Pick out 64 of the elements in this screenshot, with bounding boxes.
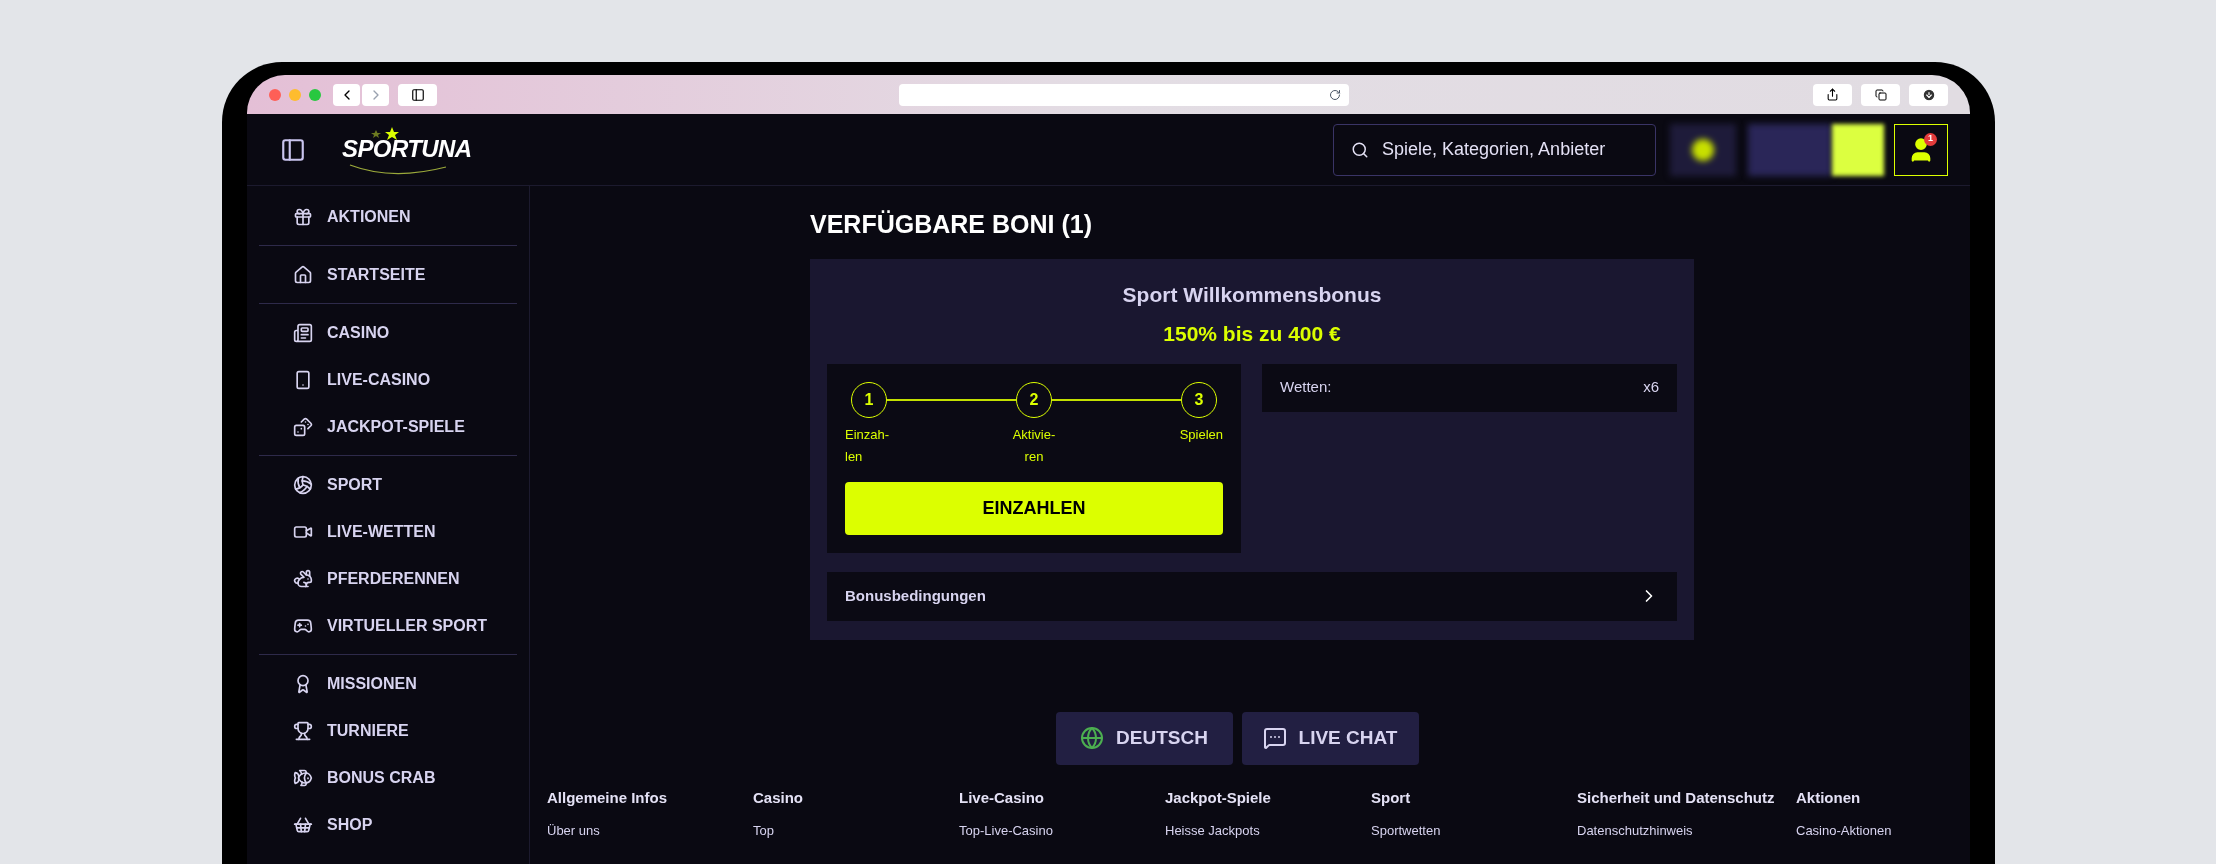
step-label: Einzah-len — [845, 425, 891, 466]
language-button[interactable]: DEUTSCH — [1055, 711, 1233, 765]
footer-link[interactable]: Datenschutzhinweis — [1577, 820, 1784, 840]
share-icon — [1826, 88, 1839, 101]
sidebar-item[interactable]: VIRTUELLER SPORT — [259, 602, 517, 649]
live-chat-button[interactable]: LIVE CHAT — [1241, 711, 1419, 765]
footer-heading: Sport — [1371, 787, 1412, 808]
sidebar-item[interactable]: MISSIONEN — [259, 660, 517, 707]
share-button[interactable] — [1813, 83, 1852, 106]
bonus-name: Sport Willkommensbonus — [1121, 281, 1383, 308]
deposit-button[interactable]: EINZAHLEN — [845, 481, 1223, 535]
step-label: Spielen — [1178, 425, 1223, 444]
profile-button[interactable]: 1 — [1894, 123, 1948, 176]
sidebar-item[interactable]: SHOP — [259, 801, 517, 848]
search-icon — [1351, 140, 1369, 159]
logo[interactable]: SPORTUNA — [342, 124, 472, 175]
footer-heading: Live-Casino — [959, 787, 1046, 808]
footer-link[interactable]: Top — [753, 820, 947, 840]
reload-icon[interactable] — [1329, 88, 1341, 101]
footer-heading: Jackpot-Spiele — [1165, 787, 1272, 808]
footer-link[interactable]: Über uns — [547, 820, 741, 840]
sidebar-item[interactable]: TURNIERE — [259, 707, 517, 754]
sidebar-item[interactable]: BONUS CRAB — [259, 754, 517, 801]
globe-icon — [1080, 726, 1105, 750]
notification-badge: 1 — [1924, 132, 1937, 146]
back-button[interactable] — [333, 83, 360, 106]
download-button[interactable] — [1909, 83, 1948, 106]
sidebar-item[interactable]: CASINO — [259, 309, 517, 356]
blurred-balance — [1670, 123, 1736, 176]
footer-heading: Casino — [753, 787, 804, 808]
bonus-offer: 150% bis zu 400 € — [1162, 321, 1342, 347]
tabs-button[interactable] — [1861, 83, 1900, 106]
basket-icon — [293, 814, 313, 835]
dice-icon — [293, 416, 313, 437]
sidebar-item[interactable]: LIVE-WETTEN — [259, 508, 517, 555]
sidebar-toggle-button[interactable] — [398, 83, 437, 106]
sidebar-item[interactable]: PFERDERENNEN — [259, 555, 517, 602]
download-icon — [1921, 87, 1936, 102]
step-label: Aktivie-ren — [1011, 425, 1057, 466]
page-title: VERFÜGBARE BONI (1) — [810, 209, 1093, 240]
search-field[interactable]: Spiele, Kategorien, Anbieter — [1333, 123, 1656, 176]
footer-heading: Aktionen — [1796, 787, 1862, 808]
sidebar-icon — [410, 87, 425, 102]
sidebar-item[interactable]: STARTSEITE — [259, 251, 517, 298]
footer-link[interactable]: Casino-Aktionen — [1796, 820, 1970, 840]
footer-link[interactable]: Sportwetten — [1371, 820, 1565, 840]
ball-icon — [293, 474, 313, 495]
sidebar-menu-icon[interactable] — [280, 136, 306, 163]
footer-link[interactable]: Heisse Jackpots — [1165, 820, 1359, 840]
sidebar-item[interactable]: LIVE-CASINO — [259, 356, 517, 403]
terms-label: Bonusbedingungen — [845, 585, 986, 606]
sidebar-item[interactable]: SPORT — [259, 461, 517, 508]
gift-icon — [293, 206, 313, 227]
footer-link[interactable]: Top-Live-Casino — [959, 820, 1153, 840]
footer-heading: Allgemeine Infos — [547, 787, 669, 808]
tabs-icon — [1874, 88, 1887, 101]
wager-value: x6 — [1643, 377, 1659, 398]
terms-row[interactable]: Bonusbedingungen — [827, 571, 1677, 621]
sidebar-item[interactable]: JACKPOT-SPIELE — [259, 403, 517, 450]
sidebar-item[interactable]: AKTIONEN — [259, 193, 517, 240]
chat-icon — [1262, 726, 1287, 750]
footer-heading: Sicherheit und Datenschutz — [1577, 787, 1776, 808]
home-icon — [293, 264, 313, 285]
wager-label: Wetten: — [1280, 377, 1332, 398]
